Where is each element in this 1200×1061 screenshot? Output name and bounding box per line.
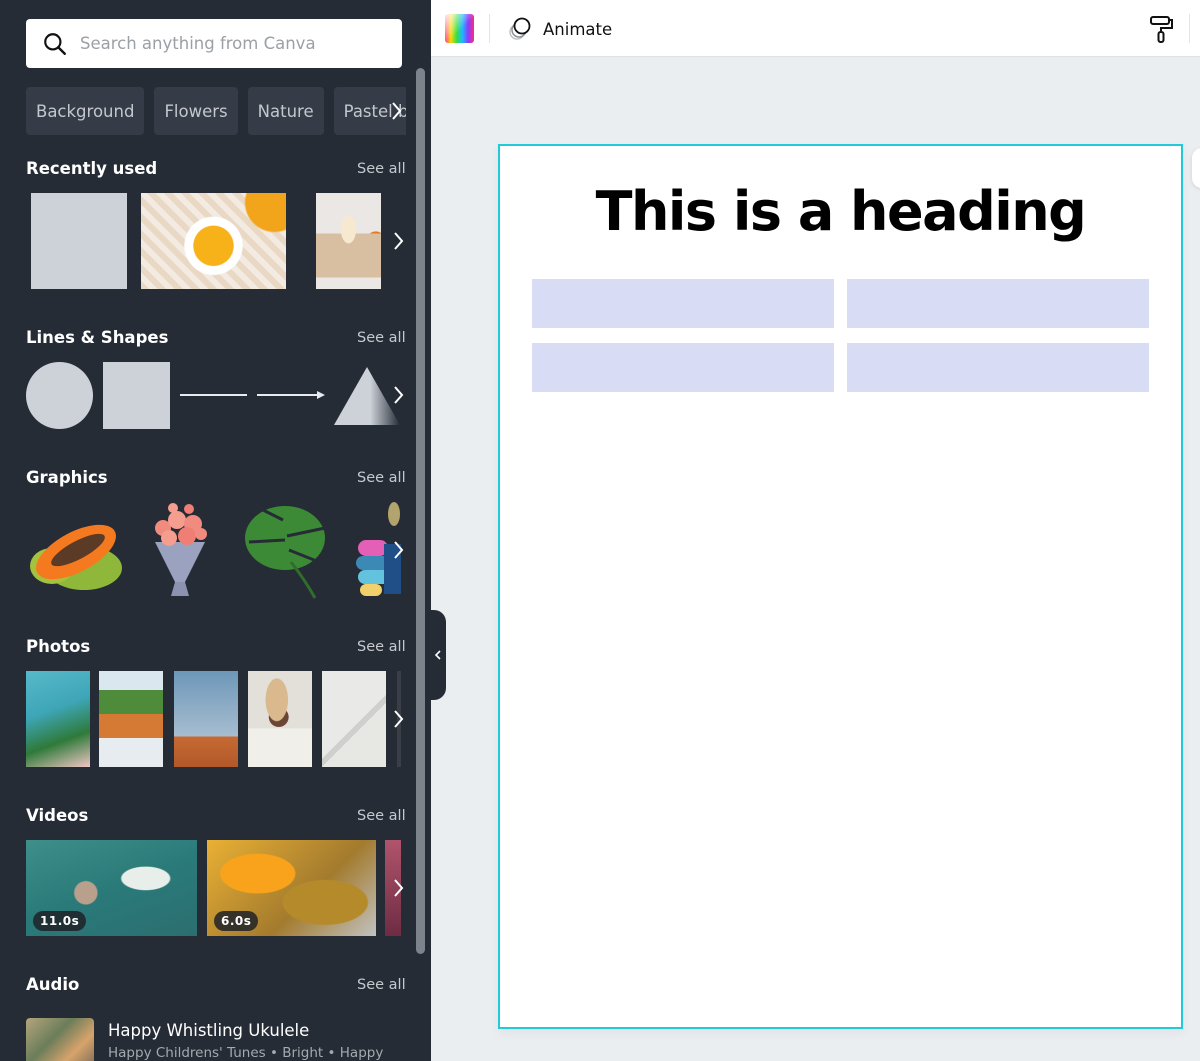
photos-see-all[interactable]: See all — [357, 639, 406, 655]
video-duration-badge: 6.0s — [214, 911, 259, 931]
elements-panel: Background Flowers Nature Pastel b Recen… — [0, 0, 431, 1061]
videos-title: Videos — [26, 806, 89, 825]
recent-blank-square[interactable] — [31, 193, 127, 289]
toolbar-divider — [489, 14, 490, 43]
search-box[interactable] — [26, 19, 402, 68]
chip-background[interactable]: Background — [26, 87, 145, 135]
photo-man-reading-newspaper[interactable] — [248, 671, 312, 767]
canva-editor: Background Flowers Nature Pastel b Recen… — [0, 0, 1200, 1061]
table-cell-r1c1[interactable] — [532, 279, 834, 328]
suggestion-chips: Background Flowers Nature Pastel b — [26, 87, 406, 135]
audio-track-thumbnail[interactable] — [26, 1018, 94, 1061]
audio-title: Audio — [26, 975, 80, 994]
recent-pumpkin-puree-photo[interactable] — [141, 193, 286, 289]
graphics-next-button[interactable] — [388, 537, 408, 563]
line-shape[interactable] — [180, 394, 247, 396]
video-ocean-aerial[interactable]: 11.0s — [26, 840, 197, 936]
sidebar-scrollbar-thumb[interactable] — [416, 68, 425, 954]
page-side-handle[interactable] — [1192, 148, 1200, 188]
chevron-right-icon — [394, 710, 404, 728]
recent-pumpkin-latte-photo[interactable] — [316, 193, 381, 289]
animate-label: Animate — [543, 19, 613, 39]
chevron-right-icon — [394, 386, 404, 404]
heading-text[interactable]: This is a heading — [500, 180, 1181, 243]
design-page[interactable]: This is a heading — [498, 144, 1183, 1029]
collapse-panel-button[interactable] — [430, 610, 446, 700]
chevron-right-icon — [392, 102, 402, 120]
circle-shape[interactable] — [26, 362, 93, 429]
chip-flowers[interactable]: Flowers — [154, 87, 238, 135]
table-cell-r2c1[interactable] — [532, 343, 834, 392]
square-shape[interactable] — [103, 362, 170, 429]
chips-next-button[interactable] — [386, 98, 410, 124]
chevron-left-icon — [434, 650, 441, 660]
photo-picnic-people[interactable] — [99, 671, 163, 767]
editor-toolbar: Animate — [431, 0, 1200, 57]
color-picker-button[interactable] — [445, 14, 474, 43]
animate-button[interactable]: Animate — [507, 12, 612, 46]
search-input[interactable] — [80, 34, 380, 53]
monstera-leaf-graphic[interactable] — [243, 500, 329, 600]
graphics-title: Graphics — [26, 468, 108, 487]
audio-see-all[interactable]: See all — [357, 977, 406, 993]
videos-next-button[interactable] — [388, 875, 408, 901]
animate-icon — [509, 17, 531, 40]
photos-title: Photos — [26, 637, 91, 656]
arrow-line-shape[interactable] — [257, 388, 325, 402]
photo-desert-sky[interactable] — [174, 671, 238, 767]
flower-bouquet-graphic[interactable] — [143, 500, 218, 600]
photo-lily-flowers[interactable] — [26, 671, 90, 767]
recently-used-see-all[interactable]: See all — [357, 161, 406, 177]
lines-shapes-title: Lines & Shapes — [26, 328, 169, 347]
video-duration-badge: 11.0s — [33, 911, 87, 931]
table-cell-r1c2[interactable] — [847, 279, 1149, 328]
photo-window-shadow[interactable] — [322, 671, 386, 767]
recently-used-next-button[interactable] — [388, 228, 408, 254]
video-yellow-ink[interactable]: 6.0s — [207, 840, 376, 936]
lines-shapes-next-button[interactable] — [388, 382, 408, 408]
recently-used-title: Recently used — [26, 159, 158, 178]
photos-next-button[interactable] — [388, 706, 408, 732]
audio-track-subtitle: Happy Childrens' Tunes • Bright • Happy — [108, 1045, 384, 1061]
search-icon — [44, 32, 66, 55]
toolbar-divider — [1189, 14, 1190, 43]
audio-track-title[interactable]: Happy Whistling Ukulele — [108, 1021, 309, 1040]
chevron-right-icon — [394, 879, 404, 897]
copy-style-paint-roller-icon[interactable] — [1148, 14, 1174, 44]
table-cell-r2c2[interactable] — [847, 343, 1149, 392]
chevron-right-icon — [394, 232, 404, 250]
chip-nature[interactable]: Nature — [247, 87, 324, 135]
lines-shapes-see-all[interactable]: See all — [357, 330, 406, 346]
videos-see-all[interactable]: See all — [357, 808, 406, 824]
chevron-right-icon — [394, 541, 404, 559]
papaya-graphic[interactable] — [24, 500, 124, 600]
graphics-see-all[interactable]: See all — [357, 470, 406, 486]
